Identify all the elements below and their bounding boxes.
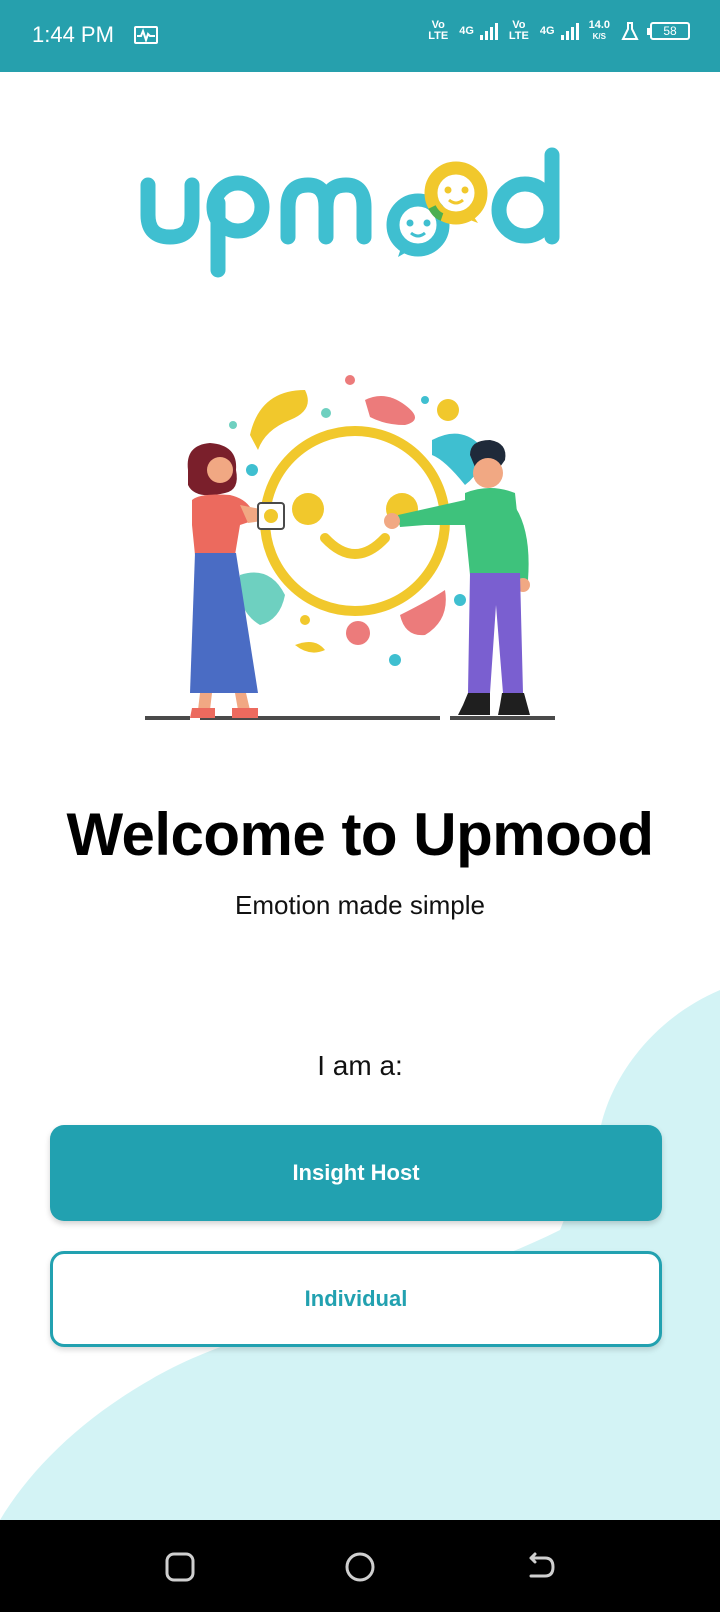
speed-value: 14.0 bbox=[588, 19, 610, 31]
individual-button[interactable]: Individual bbox=[50, 1251, 662, 1347]
back-icon[interactable] bbox=[523, 1550, 557, 1584]
insight-host-button[interactable]: Insight Host bbox=[50, 1125, 662, 1221]
insight-host-label: Insight Host bbox=[292, 1160, 420, 1185]
volte-label-1: Vo LTE bbox=[428, 19, 449, 42]
volte-label-2: Vo LTE bbox=[508, 19, 529, 42]
speed-unit: K/S bbox=[592, 32, 606, 41]
activity-icon bbox=[134, 26, 158, 44]
individual-label: Individual bbox=[304, 1286, 408, 1311]
upmood-logo bbox=[140, 147, 560, 278]
flask-icon bbox=[621, 22, 639, 40]
network-gen-1: 4G bbox=[459, 25, 474, 37]
recents-icon[interactable] bbox=[163, 1550, 197, 1584]
home-icon[interactable] bbox=[343, 1550, 377, 1584]
status-bar: 1:44 PM Vo LTE 4G Vo LTE 4G 14.0 K/S 58 bbox=[0, 0, 720, 72]
battery-level: 58 bbox=[663, 24, 677, 38]
page-subtitle: Emotion made simple bbox=[235, 890, 485, 920]
status-time: 1:44 PM bbox=[32, 22, 114, 47]
network-gen-2: 4G bbox=[539, 25, 555, 37]
page-title: Welcome to Upmood bbox=[66, 801, 654, 868]
status-indicators: Vo LTE 4G Vo LTE 4G 14.0 K/S 58 bbox=[427, 20, 690, 42]
battery-icon: 58 bbox=[647, 22, 690, 40]
signal-icon bbox=[479, 22, 498, 40]
network-speed: 14.0 K/S bbox=[589, 20, 610, 42]
signal-icon bbox=[560, 22, 579, 40]
role-prompt: I am a: bbox=[317, 1050, 403, 1081]
welcome-illustration bbox=[145, 375, 555, 720]
system-nav-bar bbox=[0, 1520, 720, 1612]
